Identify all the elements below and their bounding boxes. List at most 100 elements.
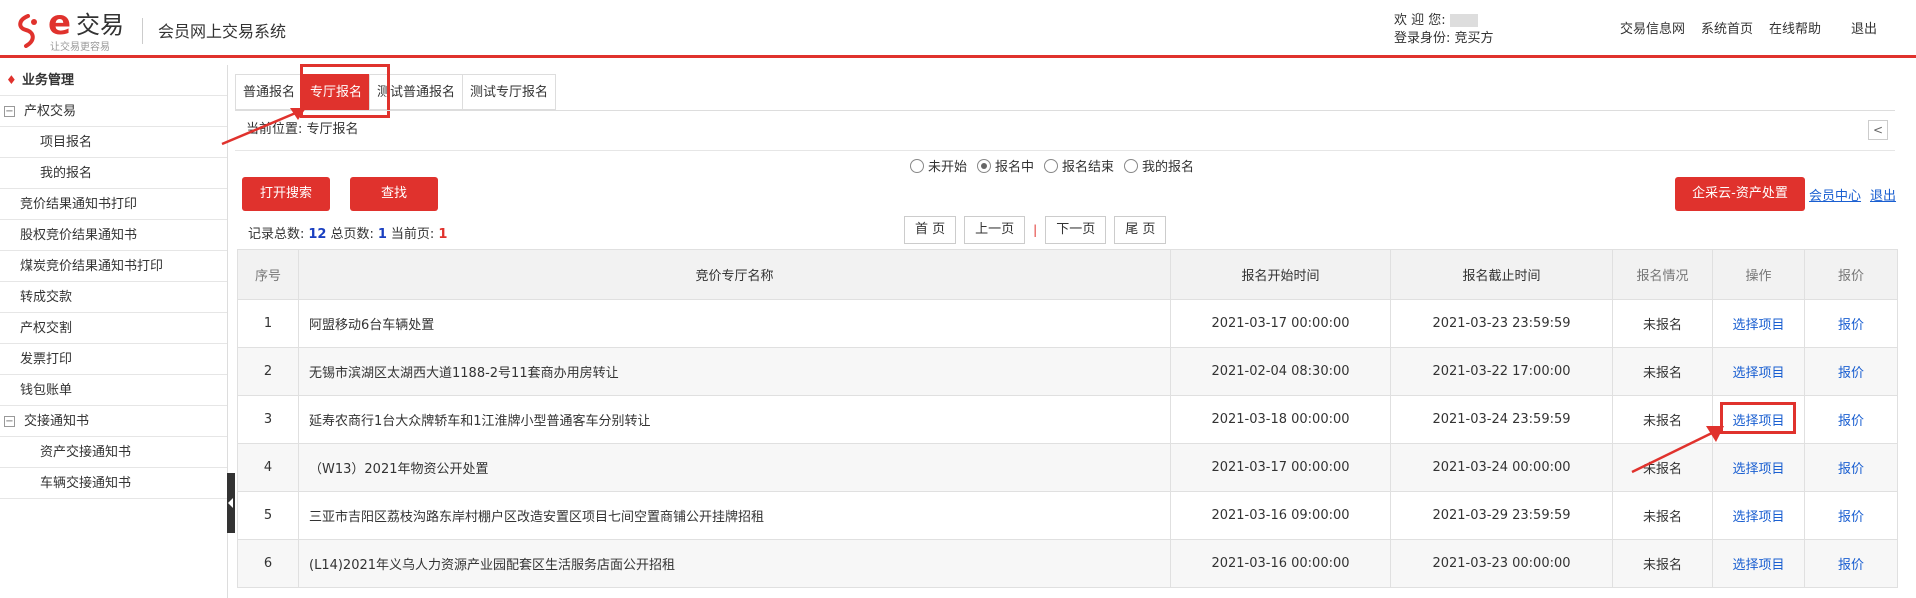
radio-label: 报名中 <box>995 160 1035 175</box>
sidebar-item-project-signup[interactable]: 项目报名 <box>0 127 227 158</box>
select-project-link[interactable]: 选择项目 <box>1712 347 1805 396</box>
sidebar-item-invoice[interactable]: 发票打印 <box>0 344 227 375</box>
last-page-button[interactable]: 尾 页 <box>1114 216 1167 244</box>
cell-end: 2021-03-22 17:00:00 <box>1390 347 1613 396</box>
bid-link[interactable]: 报价 <box>1804 347 1898 396</box>
prev-page-button[interactable]: 上一页 <box>964 216 1026 244</box>
status-filter: 未开始 报名中 报名结束 我的报名 <box>910 156 1194 175</box>
pagination: 首 页 上一页 | 下一页 尾 页 <box>904 216 1167 244</box>
select-project-link[interactable]: 选择项目 <box>1712 539 1805 588</box>
select-project-link[interactable]: 选择项目 <box>1712 299 1805 348</box>
col-hall-name: 竞价专厅名称 <box>298 249 1171 300</box>
cell-no: 4 <box>237 443 299 492</box>
col-status: 报名情况 <box>1612 249 1713 300</box>
sidebar-collapse-handle[interactable] <box>227 473 235 533</box>
radio-not-started[interactable]: 未开始 <box>910 156 967 175</box>
pager-separator: | <box>1033 223 1038 237</box>
link-help[interactable]: 在线帮助 <box>1769 20 1821 40</box>
annotation-arrow-icon <box>1631 426 1724 474</box>
bid-link[interactable]: 报价 <box>1804 491 1898 540</box>
cell-status: 未报名 <box>1612 539 1713 588</box>
radio-my-signup[interactable]: 我的报名 <box>1124 156 1194 175</box>
open-search-button[interactable]: 打开搜索 <box>242 177 330 211</box>
cell-no: 1 <box>237 299 299 348</box>
radio-signing-up[interactable]: 报名中 <box>977 156 1034 175</box>
bid-link[interactable]: 报价 <box>1804 443 1898 492</box>
sidebar-group-property[interactable]: − 产权交易 <box>0 96 227 127</box>
cell-name: （W13）2021年物资公开处置 <box>298 443 1171 492</box>
table-row: 2 无锡市滨湖区太湖西大道1188-2号11套商办用房转让 2021-02-04… <box>237 347 1898 396</box>
qcy-asset-disposal-button[interactable]: 企采云-资产处置 <box>1675 177 1805 211</box>
radio-circle-icon <box>910 158 924 173</box>
sidebar-item-coal-result[interactable]: 煤炭竞价结果通知书打印 <box>0 251 227 282</box>
logo-slogan: 让交易更容易 <box>50 42 110 53</box>
system-title: 会员网上交易系统 <box>158 22 287 41</box>
collapse-minus-icon[interactable]: − <box>4 106 15 117</box>
identity-label: 登录身份: <box>1394 31 1451 46</box>
cell-name: 无锡市滨湖区太湖西大道1188-2号11套商办用房转让 <box>298 347 1171 396</box>
exit-link[interactable]: 退出 <box>1870 185 1896 204</box>
sidebar-item-transfer-payment[interactable]: 转成交款 <box>0 282 227 313</box>
cell-start: 2021-03-17 00:00:00 <box>1170 443 1391 492</box>
sidebar-item-asset-handover[interactable]: 资产交接通知书 <box>0 437 227 468</box>
link-logout[interactable]: 退出 <box>1851 20 1877 40</box>
sidebar-item-equity-result[interactable]: 股权竞价结果通知书 <box>0 220 227 251</box>
sidebar-head: ♦ 业务管理 <box>0 65 227 96</box>
record-summary: 记录总数: 12 总页数: 1 当前页: 1 <box>248 226 447 244</box>
cell-name: 阿盟移动6台车辆处置 <box>298 299 1171 348</box>
business-icon: ♦ <box>6 73 17 87</box>
table-row: 5 三亚市吉阳区荔枝沟路东岸村棚户区改造安置区项目七间空置商铺公开挂牌招租 20… <box>237 491 1898 540</box>
sidebar-item-result-print[interactable]: 竞价结果通知书打印 <box>0 189 227 220</box>
collapse-minus-icon[interactable]: − <box>4 416 15 427</box>
select-project-link[interactable]: 选择项目 <box>1712 443 1805 492</box>
member-center-link[interactable]: 会员中心 <box>1809 185 1861 204</box>
sidebar-item-vehicle-handover[interactable]: 车辆交接通知书 <box>0 468 227 499</box>
cell-start: 2021-03-16 09:00:00 <box>1170 491 1391 540</box>
welcome-text: 欢 迎 您: <box>1394 12 1478 30</box>
hall-list-table: 序号 竞价专厅名称 报名开始时间 报名截止时间 报名情况 操作 报价 1 阿盟移… <box>237 249 1898 588</box>
radio-circle-icon <box>1124 158 1139 173</box>
next-page-button[interactable]: 下一页 <box>1045 216 1107 244</box>
link-home[interactable]: 系统首页 <box>1701 20 1753 40</box>
radio-label: 未开始 <box>928 160 968 175</box>
cell-start: 2021-03-16 00:00:00 <box>1170 539 1391 588</box>
current-page: 1 <box>438 227 448 242</box>
find-button[interactable]: 查找 <box>350 177 438 211</box>
identity-text: 登录身份: 竞买方 <box>1394 30 1494 48</box>
cell-end: 2021-03-29 23:59:59 <box>1390 491 1613 540</box>
e-trade-logo[interactable]: e 交易 让交易更容易 <box>14 4 144 53</box>
current-label: 当前页: <box>390 227 435 242</box>
first-page-button[interactable]: 首 页 <box>904 216 957 244</box>
sidebar-item-label: 交接通知书 <box>24 414 90 429</box>
collapse-left-icon[interactable]: < <box>1868 120 1888 140</box>
cell-no: 2 <box>237 347 299 396</box>
sidebar-item-delivery[interactable]: 产权交割 <box>0 313 227 344</box>
cell-end: 2021-03-24 00:00:00 <box>1390 443 1613 492</box>
radio-circle-icon <box>1044 158 1059 173</box>
sidebar-item-label: 产权交易 <box>24 104 77 119</box>
sidebar-item-wallet[interactable]: 钱包账单 <box>0 375 227 406</box>
col-start-time: 报名开始时间 <box>1170 249 1391 300</box>
col-no: 序号 <box>237 249 299 300</box>
col-end-time: 报名截止时间 <box>1390 249 1613 300</box>
sidebar-head-label: 业务管理 <box>22 73 75 88</box>
cell-status: 未报名 <box>1612 299 1713 348</box>
cell-no: 6 <box>237 539 299 588</box>
cell-no: 3 <box>237 395 299 444</box>
operation-highlight-box <box>1720 402 1796 434</box>
select-project-link[interactable]: 选择项目 <box>1712 491 1805 540</box>
radio-signup-ended[interactable]: 报名结束 <box>1044 156 1114 175</box>
annotation-arrow-icon <box>221 108 306 146</box>
total-count: 12 <box>308 227 327 242</box>
welcome-label: 欢 迎 您: <box>1394 13 1446 28</box>
radio-circle-icon <box>977 158 992 173</box>
sidebar-group-handover[interactable]: − 交接通知书 <box>0 406 227 437</box>
cell-start: 2021-03-18 00:00:00 <box>1170 395 1391 444</box>
bid-link[interactable]: 报价 <box>1804 395 1898 444</box>
pages-label: 总页数: <box>330 227 374 242</box>
tab-test-hall-signup[interactable]: 测试专厅报名 <box>462 74 557 110</box>
bid-link[interactable]: 报价 <box>1804 539 1898 588</box>
bid-link[interactable]: 报价 <box>1804 299 1898 348</box>
sidebar-item-my-signup[interactable]: 我的报名 <box>0 158 227 189</box>
link-trade-info[interactable]: 交易信息网 <box>1620 20 1685 40</box>
